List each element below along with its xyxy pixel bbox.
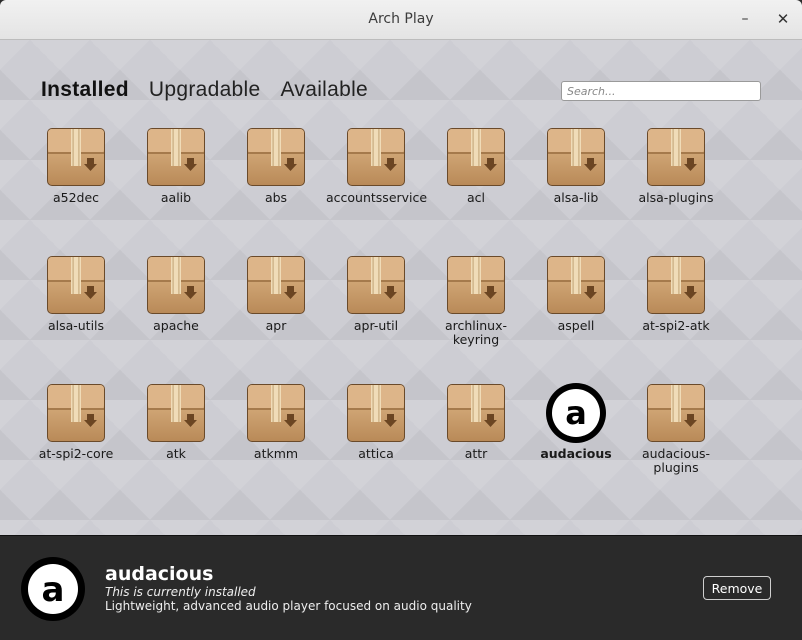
package-item[interactable]: alsa-utils <box>26 254 126 333</box>
package-name: atkmm <box>253 446 299 461</box>
package-item[interactable]: a audacious <box>526 382 626 461</box>
package-item[interactable]: at-spi2-atk <box>626 254 726 333</box>
install-status: This is currently installed <box>105 585 256 599</box>
package-box-icon <box>26 254 126 316</box>
close-button[interactable]: ✕ <box>774 10 792 28</box>
tab-installed[interactable]: Installed <box>41 78 129 102</box>
package-box-icon <box>426 382 526 444</box>
app-window: Arch Play – ✕ Installed Upgradable Avail… <box>0 0 802 640</box>
package-name: abs <box>264 190 288 205</box>
package-item[interactable]: alsa-plugins <box>626 126 726 205</box>
package-title: audacious <box>105 563 214 585</box>
package-item[interactable]: abs <box>226 126 326 205</box>
package-name: acl <box>466 190 485 205</box>
package-name: alsa-utils <box>47 318 105 333</box>
package-browser: Installed Upgradable Available a52dec <box>0 40 802 535</box>
package-item[interactable]: apr <box>226 254 326 333</box>
package-box-icon <box>326 254 426 316</box>
package-box-icon <box>426 254 526 316</box>
tab-available[interactable]: Available <box>280 78 368 102</box>
remove-button[interactable]: Remove <box>703 576 771 600</box>
package-item[interactable]: accountsservice <box>326 126 428 205</box>
package-item[interactable]: acl <box>426 126 526 205</box>
package-box-icon <box>226 254 326 316</box>
package-box-icon <box>26 382 126 444</box>
package-name: aspell <box>557 318 595 333</box>
package-item[interactable]: aspell <box>526 254 626 333</box>
package-name: aalib <box>160 190 192 205</box>
package-item[interactable]: archlinux- keyring <box>426 254 526 347</box>
package-item[interactable]: audacious- plugins <box>626 382 726 475</box>
package-box-icon <box>226 126 326 188</box>
package-box-icon <box>26 126 126 188</box>
tab-upgradable[interactable]: Upgradable <box>149 78 261 102</box>
package-name: archlinux- keyring <box>444 318 508 347</box>
package-box-icon <box>626 254 726 316</box>
package-box-icon <box>626 126 726 188</box>
package-box-icon <box>526 126 626 188</box>
package-item[interactable]: alsa-lib <box>526 126 626 205</box>
package-item[interactable]: atkmm <box>226 382 326 461</box>
package-name: apache <box>153 318 199 333</box>
package-name: at-spi2-atk <box>642 318 710 333</box>
package-name: a52dec <box>52 190 100 205</box>
package-name: at-spi2-core <box>38 446 114 461</box>
svg-text:a: a <box>42 570 65 610</box>
package-item[interactable]: apr-util <box>326 254 426 333</box>
package-box-icon <box>326 382 426 444</box>
audacious-logo-icon: a <box>21 557 85 621</box>
package-item[interactable]: attr <box>426 382 526 461</box>
package-name: attr <box>464 446 488 461</box>
package-item[interactable]: apache <box>126 254 226 333</box>
package-box-icon <box>126 382 226 444</box>
package-name: apr-util <box>353 318 399 333</box>
package-item[interactable]: attica <box>326 382 426 461</box>
package-box-icon <box>226 382 326 444</box>
package-name: alsa-plugins <box>638 190 714 205</box>
package-name: audacious <box>540 446 612 461</box>
package-name: atk <box>166 446 186 461</box>
package-name: audacious- plugins <box>641 446 711 475</box>
audacious-logo-icon: a <box>526 382 626 444</box>
details-panel: a audacious This is currently installed … <box>0 535 802 640</box>
package-box-icon <box>426 126 526 188</box>
package-name: alsa-lib <box>553 190 599 205</box>
package-box-icon <box>126 126 226 188</box>
package-box-icon <box>526 254 626 316</box>
minimize-button[interactable]: – <box>736 10 754 28</box>
package-name: apr <box>265 318 287 333</box>
package-box-icon <box>326 126 426 188</box>
package-box-icon <box>126 254 226 316</box>
window-title: Arch Play <box>368 11 434 27</box>
svg-text:a: a <box>565 394 587 432</box>
tab-bar: Installed Upgradable Available <box>41 78 368 102</box>
search-input[interactable] <box>561 81 761 101</box>
package-name: accountsservice <box>326 190 428 205</box>
package-item[interactable]: aalib <box>126 126 226 205</box>
package-item[interactable]: at-spi2-core <box>26 382 126 461</box>
package-item[interactable]: atk <box>126 382 226 461</box>
package-description: Lightweight, advanced audio player focus… <box>105 599 472 613</box>
package-name: attica <box>358 446 394 461</box>
title-bar[interactable]: Arch Play – ✕ <box>0 0 802 40</box>
package-item[interactable]: a52dec <box>26 126 126 205</box>
package-box-icon <box>626 382 726 444</box>
